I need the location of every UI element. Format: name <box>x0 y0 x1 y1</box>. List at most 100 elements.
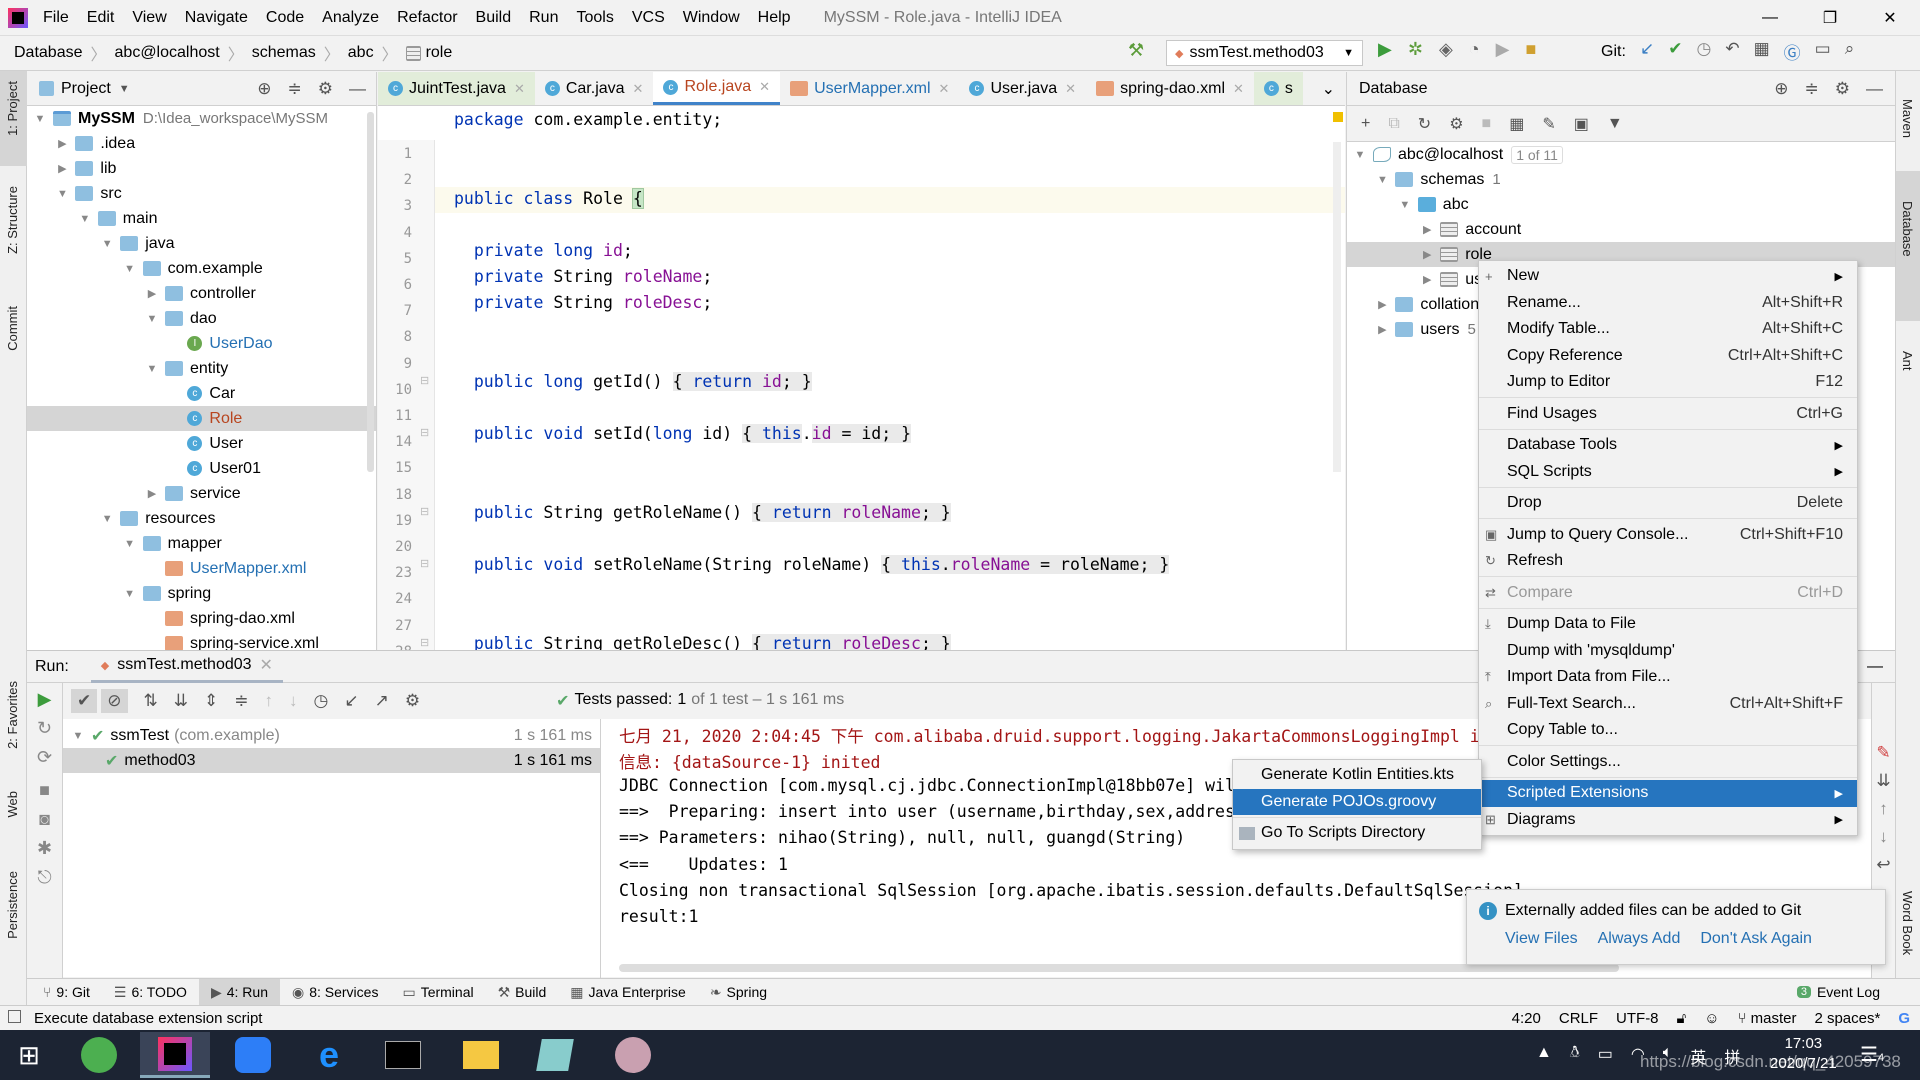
git-commit-icon[interactable]: ✔ <box>1668 39 1682 64</box>
menu-analyze[interactable]: Analyze <box>313 9 388 27</box>
hide-icon[interactable]: — <box>1866 79 1883 99</box>
edit-icon[interactable]: ✎ <box>1542 114 1555 134</box>
hide-icon[interactable]: — <box>1867 658 1895 676</box>
run-config-select[interactable]: ◆ ssmTest.method03 ▼ <box>1166 40 1363 66</box>
show-ignored-icon[interactable]: ⊘ <box>101 689 128 713</box>
menu-item[interactable]: Color Settings... <box>1479 749 1857 776</box>
tree-item[interactable]: c User <box>27 431 376 456</box>
tree-item[interactable]: UserMapper.xml <box>27 556 376 581</box>
menu-item[interactable]: Rename... Alt+Shift+R <box>1479 290 1857 317</box>
menu-item[interactable]: Find Usages Ctrl+G <box>1479 401 1857 428</box>
breadcrumb-item[interactable]: schemas <box>252 44 316 62</box>
tabs-overflow-button[interactable]: ⌄ <box>1312 72 1345 105</box>
git-branch[interactable]: master <box>1751 1010 1797 1027</box>
persistence-tool-button[interactable]: Persistence <box>5 871 20 939</box>
collapsed-arrow-icon[interactable]: ▶ <box>1420 248 1434 261</box>
hide-icon[interactable]: — <box>349 79 366 99</box>
google-translate-icon[interactable]: G <box>1898 1010 1910 1027</box>
editor-tab[interactable]: c Car.java ✕ <box>535 72 654 105</box>
tree-item[interactable]: c User01 <box>27 456 376 481</box>
show-passed-icon[interactable]: ✔ <box>71 689 98 713</box>
indent-setting[interactable]: 2 spaces* <box>1814 1010 1880 1027</box>
duplicate-icon[interactable]: ⧉ <box>1388 115 1399 133</box>
menu-help[interactable]: Help <box>749 9 800 27</box>
run-icon[interactable]: ▶ <box>1378 39 1392 60</box>
scroll-to-end-icon[interactable]: ⇊ <box>1872 771 1895 791</box>
test-tree-item[interactable]: ▼ ✔ ssmTest (com.example) 1 s 161 ms <box>63 723 600 748</box>
breadcrumb-item[interactable]: abc <box>348 44 374 62</box>
menu-item[interactable]: Jump to Editor F12 <box>1479 369 1857 396</box>
expanded-arrow-icon[interactable]: ▼ <box>33 113 47 125</box>
collapsed-arrow-icon[interactable]: ▶ <box>1420 273 1434 286</box>
maven-tool-button[interactable]: Maven <box>1900 99 1915 138</box>
show-hidden-icons[interactable]: ▲ <box>1536 1044 1552 1068</box>
expanded-arrow-icon[interactable]: ▼ <box>1353 149 1367 161</box>
breadcrumb-item[interactable]: abc@localhost <box>115 44 220 62</box>
rerun-failed-icon[interactable]: ↻ <box>27 718 62 739</box>
favorites-tool-button[interactable]: 2: Favorites <box>5 681 20 749</box>
expanded-arrow-icon[interactable]: ▼ <box>145 363 159 375</box>
resume-icon[interactable]: ▶ <box>1496 39 1510 60</box>
tool-window-todo[interactable]: ☰ 6: TODO <box>102 979 199 1005</box>
menu-item[interactable]: ↻ Refresh <box>1479 548 1857 575</box>
editor-tab[interactable]: UserMapper.xml ✕ <box>780 72 959 105</box>
expanded-arrow-icon[interactable]: ▼ <box>1375 174 1389 186</box>
expand-all-icon[interactable]: ⇕ <box>204 691 218 711</box>
menu-file[interactable]: File <box>34 9 78 27</box>
stop-icon[interactable]: ■ <box>1526 39 1537 60</box>
sort-alpha-icon[interactable]: ⇅ <box>144 691 158 711</box>
tree-item[interactable]: ▼ mapper <box>27 531 376 556</box>
event-log-button[interactable]: 3 Event Log <box>1796 984 1920 1000</box>
notes-app-icon[interactable] <box>218 1032 288 1078</box>
menu-item[interactable]: Generate Kotlin Entities.kts <box>1233 762 1481 789</box>
tree-item[interactable]: ▼ entity <box>27 356 376 381</box>
tool-window-terminal[interactable]: ▭ Terminal <box>390 979 485 1005</box>
close-tab-icon[interactable]: ✕ <box>759 79 770 95</box>
tree-item[interactable]: ▶ lib <box>27 156 376 181</box>
close-tab-icon[interactable]: ✕ <box>1233 81 1244 97</box>
web-tool-button[interactable]: Web <box>5 791 20 818</box>
tool-window-build[interactable]: ⚒ Build <box>486 979 559 1005</box>
project-structure-icon[interactable]: ▦ <box>1754 39 1770 64</box>
expanded-arrow-icon[interactable]: ▼ <box>100 238 114 250</box>
tree-item[interactable]: ▼ abc@localhost 1 of 11 <box>1347 142 1895 167</box>
tree-item[interactable]: ▼ src <box>27 181 376 206</box>
menu-item[interactable]: Database Tools ▶ <box>1479 432 1857 459</box>
tree-item[interactable]: ▼ resources <box>27 506 376 531</box>
fold-icon[interactable]: ⊟ <box>420 374 429 387</box>
tree-item[interactable]: ▶ account <box>1347 217 1895 242</box>
locate-icon[interactable]: ⊕ <box>257 79 271 99</box>
expanded-arrow-icon[interactable]: ▼ <box>123 538 137 550</box>
expanded-arrow-icon[interactable]: ▼ <box>78 213 92 225</box>
menu-item[interactable]: Copy Reference Ctrl+Alt+Shift+C <box>1479 343 1857 370</box>
menu-item[interactable]: SQL Scripts ▶ <box>1479 459 1857 486</box>
menu-run[interactable]: Run <box>520 9 567 27</box>
sort-duration-icon[interactable]: ⇊ <box>174 691 188 711</box>
tool-window-java-enterprise[interactable]: ▦ Java Enterprise <box>558 979 698 1005</box>
menu-item[interactable]: Modify Table... Alt+Shift+C <box>1479 316 1857 343</box>
tool-window-spring[interactable]: ❧ Spring <box>698 979 779 1005</box>
refresh-icon[interactable]: ↻ <box>1418 114 1431 134</box>
menu-item[interactable]: Scripted Extensions ▶ <box>1479 780 1857 807</box>
menu-item[interactable]: ⤓ Dump Data to File <box>1479 611 1857 638</box>
tree-item[interactable]: ▶ controller <box>27 281 376 306</box>
menu-item[interactable]: ⤒ Import Data from File... <box>1479 664 1857 691</box>
tree-item[interactable]: spring-service.xml <box>27 631 376 650</box>
app-icon[interactable] <box>520 1032 590 1078</box>
collapsed-arrow-icon[interactable]: ▶ <box>1420 223 1434 236</box>
tree-item[interactable]: ▼ MySSM D:\Idea_workspace\MySSM <box>27 106 376 131</box>
tree-item[interactable]: spring-dao.xml <box>27 606 376 631</box>
tree-item[interactable]: I UserDao <box>27 331 376 356</box>
coverage-icon[interactable]: ◈ <box>1439 39 1453 60</box>
tree-item[interactable]: ▼ java <box>27 231 376 256</box>
git-update-icon[interactable]: ↙ <box>1640 39 1654 64</box>
always-add-link[interactable]: Always Add <box>1598 930 1681 948</box>
menu-view[interactable]: View <box>123 9 175 27</box>
fold-icon[interactable]: ⊟ <box>420 636 429 649</box>
tree-item[interactable]: c Role <box>27 406 376 431</box>
close-tab-icon[interactable]: ✕ <box>939 81 950 97</box>
tree-item[interactable]: ▼ spring <box>27 581 376 606</box>
toggle-auto-test-icon[interactable]: ⟳ <box>27 747 62 768</box>
editor-tab[interactable]: c User.java ✕ <box>959 72 1086 105</box>
lock-icon[interactable]: 🔓︎ <box>1677 1010 1687 1027</box>
